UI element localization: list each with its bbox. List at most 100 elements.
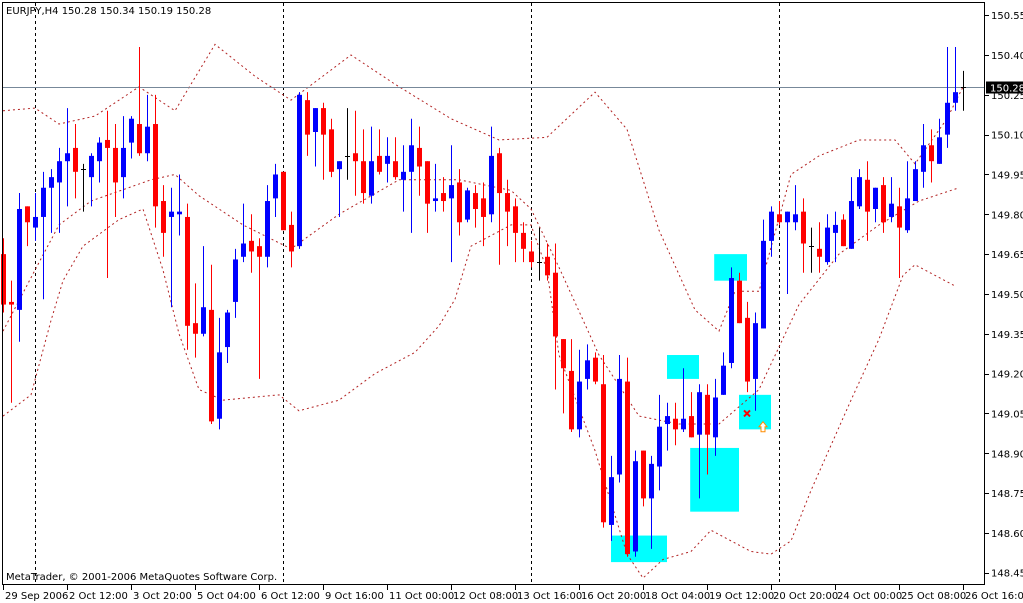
candle-body bbox=[529, 251, 534, 263]
candle bbox=[633, 450, 638, 557]
y-tick-label: 148.60 bbox=[991, 529, 1023, 540]
candle-body bbox=[769, 211, 774, 241]
candle-body bbox=[577, 381, 582, 430]
x-tick-label: 3 Oct 20:00 bbox=[133, 591, 192, 602]
candle-body bbox=[913, 169, 918, 202]
candle-body bbox=[929, 145, 934, 162]
y-tick-label: 149.50 bbox=[991, 290, 1023, 301]
x-tick-label: 25 Oct 08:00 bbox=[901, 591, 966, 602]
candle-body bbox=[793, 214, 798, 223]
candle-body bbox=[65, 153, 70, 162]
candle-body bbox=[281, 171, 286, 231]
candle-body bbox=[257, 246, 262, 257]
candle-body bbox=[841, 219, 846, 247]
candle-body bbox=[953, 92, 958, 103]
candle-body bbox=[713, 397, 718, 438]
candle-body bbox=[593, 357, 598, 382]
candle-body bbox=[353, 153, 358, 162]
candle-body bbox=[161, 201, 166, 233]
candle-body bbox=[881, 185, 886, 223]
x-tick-label: 9 Oct 16:00 bbox=[325, 591, 384, 602]
candle-body bbox=[169, 211, 174, 217]
candle-body bbox=[481, 198, 486, 217]
candle-body bbox=[521, 232, 526, 249]
candlestick-chart[interactable]: 150.55150.40150.25150.10149.95149.80149.… bbox=[0, 0, 1023, 603]
candle-body bbox=[1, 254, 6, 305]
candle-body bbox=[873, 187, 878, 209]
candle-body bbox=[113, 147, 118, 183]
x-tick-label: 29 Sep 2006 bbox=[5, 591, 68, 602]
candle-body bbox=[785, 211, 790, 223]
candle-body bbox=[385, 155, 390, 164]
price-axis: 150.55150.40150.25150.10149.95149.80149.… bbox=[985, 11, 1023, 580]
y-tick-label: 150.40 bbox=[991, 51, 1023, 62]
highlight-zone bbox=[611, 535, 667, 563]
candle-body bbox=[89, 155, 94, 178]
candle-body bbox=[817, 248, 822, 257]
candle-body bbox=[833, 224, 838, 233]
candle-body bbox=[473, 193, 478, 209]
candle-body bbox=[457, 182, 462, 223]
candle-body bbox=[945, 102, 950, 135]
current-price-label: 150.28 bbox=[990, 84, 1023, 95]
candle-body bbox=[801, 211, 806, 244]
candle-body bbox=[9, 301, 14, 305]
candle-body bbox=[889, 203, 894, 217]
candle-body bbox=[449, 185, 454, 199]
candle-body bbox=[897, 206, 902, 228]
candle-body bbox=[249, 240, 254, 252]
candle-body bbox=[425, 161, 430, 204]
candle-body bbox=[697, 392, 702, 435]
candle-body bbox=[25, 206, 30, 223]
candle-body bbox=[329, 129, 334, 172]
candle-body bbox=[289, 224, 294, 252]
candle bbox=[729, 267, 734, 369]
candle-body bbox=[857, 177, 862, 207]
x-tick-label: 24 Oct 00:00 bbox=[837, 591, 902, 602]
candle-body bbox=[545, 256, 550, 276]
candle-body bbox=[17, 208, 22, 310]
candle-body bbox=[633, 461, 638, 552]
candle-body bbox=[105, 139, 110, 148]
candle bbox=[625, 357, 630, 557]
x-tick-label: 19 Oct 12:00 bbox=[709, 591, 774, 602]
candle-body bbox=[145, 126, 150, 154]
x-tick-label: 26 Oct 16:00 bbox=[965, 591, 1023, 602]
candle-body bbox=[201, 307, 206, 334]
candle-body bbox=[153, 124, 158, 207]
candle-body bbox=[273, 174, 278, 199]
candle-body bbox=[625, 381, 630, 555]
candle-body bbox=[609, 477, 614, 525]
candle-body bbox=[849, 201, 854, 249]
x-tick-label: 12 Oct 08:00 bbox=[453, 591, 518, 602]
candle-body bbox=[417, 147, 422, 167]
candle-body bbox=[753, 323, 758, 379]
candle-body bbox=[177, 211, 182, 215]
candle-body bbox=[601, 384, 606, 523]
candle-body bbox=[401, 171, 406, 180]
candle-body bbox=[409, 145, 414, 172]
candle-body bbox=[585, 360, 590, 379]
candle-body bbox=[737, 280, 742, 324]
x-tick-label: 11 Oct 00:00 bbox=[389, 591, 454, 602]
candle-body bbox=[865, 179, 870, 212]
candle-body bbox=[137, 124, 142, 154]
y-tick-label: 149.35 bbox=[991, 330, 1023, 341]
candle-body bbox=[825, 227, 830, 263]
candle-body bbox=[233, 259, 238, 302]
candle-body bbox=[689, 416, 694, 438]
candle-body bbox=[297, 94, 302, 247]
candle-body bbox=[617, 378, 622, 475]
highlight-zone bbox=[714, 254, 747, 281]
candle-body bbox=[321, 108, 326, 135]
y-tick-label: 148.45 bbox=[991, 569, 1023, 580]
y-tick-label: 149.95 bbox=[991, 170, 1023, 181]
y-tick-label: 150.55 bbox=[991, 11, 1023, 22]
candle-body bbox=[209, 309, 214, 422]
candle-body bbox=[369, 161, 374, 196]
x-tick-label: 18 Oct 04:00 bbox=[645, 591, 710, 602]
candle-body bbox=[641, 450, 646, 499]
candle-body bbox=[337, 161, 342, 170]
plot-background bbox=[0, 0, 1023, 603]
candle bbox=[297, 92, 302, 249]
